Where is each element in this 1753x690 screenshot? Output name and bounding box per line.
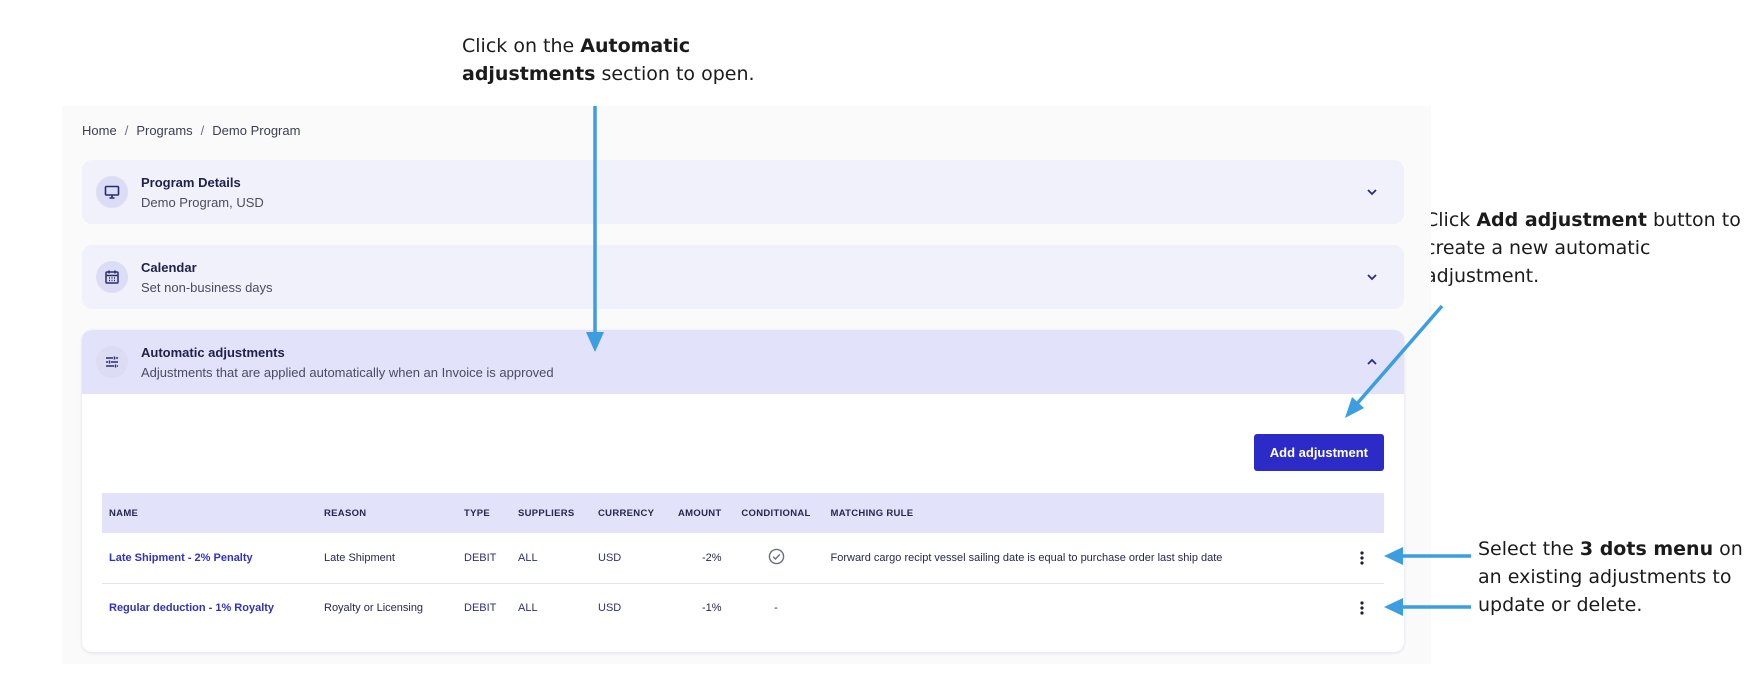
cell-reason: Late Shipment (324, 551, 395, 564)
cell-matching-rule: Forward cargo recipt vessel sailing date… (830, 551, 1223, 564)
row-menu-button[interactable] (1351, 545, 1373, 571)
calendar-header[interactable]: Calendar Set non-business days (82, 245, 1404, 309)
calendar-section: Calendar Set non-business days (82, 245, 1404, 309)
cell-amount: -2% (701, 551, 722, 564)
app-panel: Home / Programs / Demo Program Program Detai… (62, 106, 1431, 664)
vertical-dots-icon (1360, 601, 1364, 615)
chevron-down-icon[interactable] (1364, 184, 1380, 200)
cell-type: DEBIT (464, 602, 497, 615)
section-title: Calendar (141, 259, 197, 275)
header-conditional[interactable]: CONDITIONAL (729, 493, 824, 533)
adjustments-table: NAME REASON TYPE SUPPLIERS CURRENCY AMOU… (102, 493, 1384, 633)
cell-amount: -1% (701, 602, 722, 615)
callout-open-section: Click on the Automatic adjustments secti… (462, 35, 755, 85)
breadcrumb-current: Demo Program (212, 123, 301, 138)
add-adjustment-button[interactable]: Add adjustment (1253, 434, 1384, 471)
section-title: Program Details (141, 174, 241, 190)
adjustment-name-link[interactable]: Late Shipment - 2% Penalty (109, 552, 253, 564)
cell-currency: USD (598, 602, 622, 615)
sliders-icon (96, 346, 128, 378)
section-subtitle: Demo Program, USD (141, 194, 264, 210)
breadcrumb-programs[interactable]: Programs (136, 123, 192, 138)
tutorial-screenshot: Click on the Automatic adjustments secti… (0, 0, 1753, 690)
row-menu-button[interactable] (1351, 595, 1373, 621)
header-amount[interactable]: AMOUNT (671, 493, 729, 533)
program-details-header[interactable]: Program Details Demo Program, USD (82, 160, 1404, 224)
table-header-row: NAME REASON TYPE SUPPLIERS CURRENCY AMOU… (102, 493, 1384, 533)
breadcrumb-separator: / (124, 123, 129, 138)
header-currency[interactable]: CURRENCY (591, 493, 671, 533)
check-circle-icon (768, 548, 784, 565)
header-matching-rule[interactable]: MATCHING RULE (824, 493, 1341, 533)
cell-type: DEBIT (464, 551, 497, 564)
cell-currency: USD (598, 551, 622, 564)
cell-suppliers: ALL (518, 551, 538, 564)
chevron-down-icon[interactable] (1364, 269, 1380, 285)
header-suppliers[interactable]: SUPPLIERS (511, 493, 591, 533)
section-subtitle: Set non-business days (141, 279, 273, 295)
monitor-icon (96, 176, 128, 208)
callout-3-dots-menu: Select the 3 dots menu on an existing ad… (1478, 538, 1743, 616)
section-title: Automatic adjustments (141, 344, 285, 360)
program-details-section: Program Details Demo Program, USD (82, 160, 1404, 224)
cell-conditional: - (774, 602, 778, 615)
cell-suppliers: ALL (518, 602, 538, 615)
table-row: Late Shipment - 2% Penalty Late Shipment… (102, 533, 1384, 583)
cell-conditional (729, 533, 824, 583)
breadcrumb: Home / Programs / Demo Program (82, 123, 300, 138)
adjustment-name-link[interactable]: Regular deduction - 1% Royalty (109, 602, 274, 614)
header-type[interactable]: TYPE (457, 493, 511, 533)
table-row: Regular deduction - 1% Royalty Royalty o… (102, 583, 1384, 633)
header-name[interactable]: NAME (102, 493, 317, 533)
automatic-adjustments-section: Automatic adjustments Adjustments that a… (82, 330, 1404, 652)
cell-reason: Royalty or Licensing (324, 602, 424, 615)
callout-add-adjustment: Click Add adjustment button to create a … (1425, 209, 1741, 287)
chevron-up-icon[interactable] (1364, 354, 1380, 370)
section-subtitle: Adjustments that are applied automatical… (141, 364, 554, 380)
calendar-icon (96, 261, 128, 293)
breadcrumb-separator: / (200, 123, 205, 138)
automatic-adjustments-header[interactable]: Automatic adjustments Adjustments that a… (82, 330, 1404, 394)
vertical-dots-icon (1360, 551, 1364, 565)
cell-matching-rule (824, 583, 1341, 633)
breadcrumb-home[interactable]: Home (82, 123, 117, 138)
header-reason[interactable]: REASON (317, 493, 457, 533)
